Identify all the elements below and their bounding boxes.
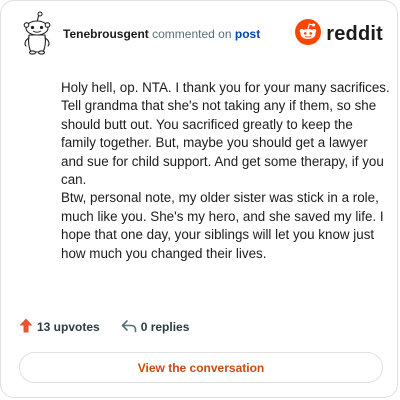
username-link[interactable]: Tenebrousgent [63, 27, 149, 41]
snoo-avatar-icon[interactable] [17, 11, 57, 55]
reply-count: 0 replies [140, 320, 190, 334]
post-link[interactable]: post [235, 27, 260, 41]
reddit-wordmark: reddit [326, 22, 383, 45]
comment-body: Holy hell, op. NTA. I thank you for your… [61, 79, 391, 263]
reddit-brand[interactable]: reddit [295, 18, 383, 50]
comment-footer: 13 upvotes 0 replies [19, 317, 189, 337]
comment-meta: Tenebrousgent commented on post [63, 27, 260, 41]
comment-header: Tenebrousgent commented on post reddit [17, 11, 383, 55]
comment-paragraph: Btw, personal note, my older sister was … [61, 190, 384, 261]
upvote-arrow-icon [19, 318, 33, 336]
comment-paragraph: Holy hell, op. NTA. I thank you for your… [61, 80, 390, 188]
comment-card: Tenebrousgent commented on post reddit H… [0, 0, 398, 398]
action-text: commented on [152, 27, 232, 41]
view-conversation-button[interactable]: View the conversation [19, 352, 383, 383]
reply-arrow-icon [121, 319, 137, 336]
upvote-button[interactable]: 13 upvotes [19, 318, 100, 336]
reply-button[interactable]: 0 replies [121, 319, 190, 336]
upvote-count: 13 upvotes [37, 320, 100, 334]
reddit-snoo-icon [295, 18, 322, 50]
